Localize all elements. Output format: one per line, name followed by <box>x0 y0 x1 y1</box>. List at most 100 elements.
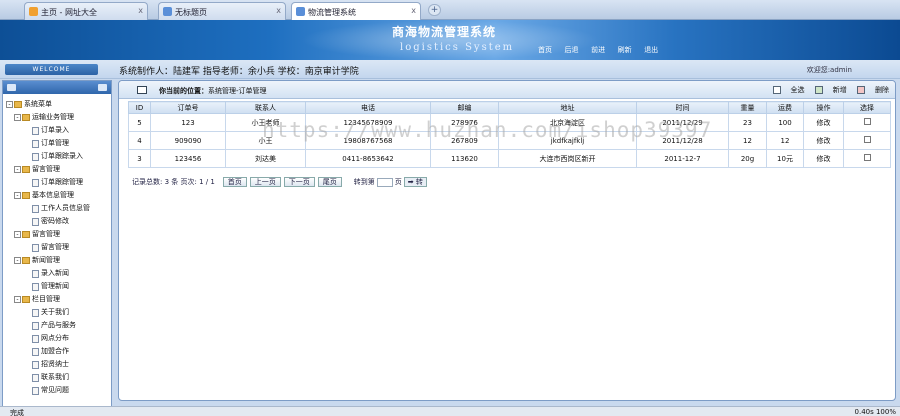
delete-icon <box>857 86 865 94</box>
add-button[interactable]: 新增 <box>814 85 847 95</box>
tree-item[interactable]: 密码修改 <box>6 215 111 228</box>
prev-page-button[interactable]: 上一页 <box>249 177 281 187</box>
page-icon <box>163 7 172 16</box>
folder-icon <box>14 101 22 108</box>
tree-group[interactable]: - 留言管理 <box>6 228 111 241</box>
tree-item[interactable]: 留言管理 <box>6 241 111 254</box>
tree-group[interactable]: - 运输业务管理 <box>6 111 111 124</box>
tree-item[interactable]: 工作人员信息管 <box>6 202 111 215</box>
col-time: 时间 <box>636 101 729 114</box>
col-address: 地址 <box>498 101 637 114</box>
tree-label: 密码修改 <box>41 217 69 225</box>
table-cell: 刘达美 <box>225 149 306 168</box>
nav-forward[interactable]: 前进 <box>591 45 605 55</box>
add-icon <box>814 86 823 94</box>
tree-label: 常见问题 <box>41 386 69 394</box>
status-text: 完成 <box>10 409 24 416</box>
tree-group[interactable]: - 新闻管理 <box>6 254 111 267</box>
table-cell: 小王老师 <box>225 113 306 132</box>
close-icon[interactable]: x <box>276 6 281 15</box>
edit-link[interactable]: 修改 <box>803 113 844 132</box>
tree-label: 系统菜单 <box>24 100 52 108</box>
tree-item[interactable]: 订单录入 <box>6 124 111 137</box>
tree-item[interactable]: 产品与服务 <box>6 319 111 332</box>
browser-tab-untitled[interactable]: 无标题页 x <box>158 2 286 20</box>
tree-item[interactable]: 联系我们 <box>6 371 111 384</box>
tree-item[interactable]: 招贤纳士 <box>6 358 111 371</box>
tree-root[interactable]: - 系统菜单 <box>6 98 111 111</box>
col-select: 选择 <box>843 101 891 114</box>
nav-home[interactable]: 首页 <box>538 45 552 55</box>
last-page-button[interactable]: 尾页 <box>317 177 342 187</box>
menu-tree: - 系统菜单 - 运输业务管理 订单录入 订单管理 订单跟踪录入 - 留言管理 订单跟踪管理 - 基本… <box>3 94 111 397</box>
page-icon <box>32 334 39 343</box>
home-icon <box>29 7 38 16</box>
page-icon <box>32 269 39 278</box>
go-button[interactable]: ➡ 转 <box>403 177 427 187</box>
tree-item[interactable]: 网点分布 <box>6 332 111 345</box>
collapse-toggle-icon[interactable]: - <box>14 231 21 238</box>
tree-label: 订单录入 <box>41 126 69 134</box>
edit-link[interactable]: 修改 <box>803 131 844 150</box>
row-checkbox[interactable] <box>863 136 871 143</box>
tree-item[interactable]: 订单管理 <box>6 137 111 150</box>
new-tab-button[interactable]: + <box>428 4 441 16</box>
tree-label: 产品与服务 <box>41 321 76 329</box>
tree-item[interactable]: 录入新闻 <box>6 267 111 280</box>
location: 你当前的位置：系统管理-订单管理 <box>159 86 267 96</box>
collapse-toggle-icon[interactable]: - <box>14 166 21 173</box>
location-label: 你当前的位置： <box>159 87 208 95</box>
delete-button[interactable]: 删除 <box>857 85 889 95</box>
edit-link[interactable]: 修改 <box>803 149 844 168</box>
tree-item[interactable]: 常见问题 <box>6 384 111 397</box>
row-checkbox[interactable] <box>863 118 871 125</box>
browser-tab-home[interactable]: 主页 - 网址大全 x <box>24 2 148 20</box>
tree-group[interactable]: - 栏目管理 <box>6 293 111 306</box>
page-icon <box>32 308 39 317</box>
row-checkbox[interactable] <box>863 154 871 161</box>
orders-table: ID 订单号 联系人 电话 邮编 地址 时间 重量 运费 操作 选择 5 123 小… <box>128 101 891 168</box>
close-icon[interactable]: x <box>138 6 143 15</box>
location-path: 系统管理-订单管理 <box>208 87 267 95</box>
tab-label: 物流管理系统 <box>308 8 356 17</box>
collapse-toggle-icon[interactable]: - <box>14 192 21 199</box>
collapse-icon[interactable] <box>7 84 16 91</box>
table-cell: 23 <box>728 113 767 132</box>
collapse-toggle-icon[interactable]: - <box>6 101 13 108</box>
table-header-row: ID 订单号 联系人 电话 邮编 地址 时间 重量 运费 操作 选择 <box>128 101 891 114</box>
next-page-button[interactable]: 下一页 <box>283 177 315 187</box>
tab-label: 无标题页 <box>175 8 207 17</box>
tree-group[interactable]: - 基本信息管理 <box>6 189 111 202</box>
browser-tab-logistics[interactable]: 物流管理系统 x <box>291 2 421 20</box>
col-weight: 重量 <box>728 101 767 114</box>
page-icon <box>32 139 39 148</box>
tree-label: 留言管理 <box>32 230 60 238</box>
nav-logout[interactable]: 退出 <box>644 45 658 55</box>
table-cell: 大连市西岗区新开 <box>498 149 637 168</box>
collapse-toggle-icon[interactable]: - <box>14 257 21 264</box>
table-cell: 20g <box>728 149 767 168</box>
nav-back[interactable]: 后退 <box>565 45 579 55</box>
browser-tab-bar: 主页 - 网址大全 x 无标题页 x 物流管理系统 x + <box>0 0 900 20</box>
collapse-toggle-icon[interactable]: - <box>14 114 21 121</box>
page-unit: 页 <box>394 178 402 186</box>
tree-item[interactable]: 订单跟踪管理 <box>6 176 111 189</box>
col-fee: 运费 <box>766 101 804 114</box>
tree-group[interactable]: - 留言管理 <box>6 163 111 176</box>
tree-item[interactable]: 订单跟踪录入 <box>6 150 111 163</box>
tree-item[interactable]: 关于我们 <box>6 306 111 319</box>
tree-item[interactable]: 加盟合作 <box>6 345 111 358</box>
page-icon <box>32 282 39 291</box>
select-all-button[interactable]: 全选 <box>772 85 805 95</box>
expand-icon[interactable] <box>98 84 107 91</box>
collapse-toggle-icon[interactable]: - <box>14 296 21 303</box>
page-icon <box>32 126 39 135</box>
close-icon[interactable]: x <box>411 6 416 15</box>
table-cell: 3 <box>128 149 151 168</box>
first-page-button[interactable]: 首页 <box>222 177 247 187</box>
page-icon <box>32 360 39 369</box>
tree-item[interactable]: 管理新闻 <box>6 280 111 293</box>
nav-refresh[interactable]: 刷新 <box>618 45 632 55</box>
page-number-input[interactable] <box>376 177 393 187</box>
select-cell <box>843 149 891 168</box>
